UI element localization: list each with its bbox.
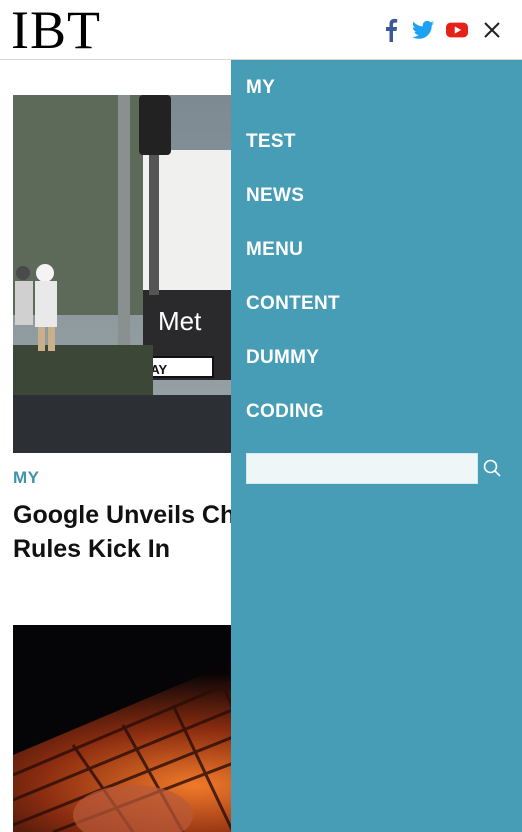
site-logo[interactable]: IBT — [11, 3, 101, 57]
search-icon[interactable] — [483, 459, 501, 477]
navigation-menu: MY TEST NEWS MENU CONTENT DUMMY CODING — [231, 60, 522, 832]
youtube-icon[interactable] — [446, 18, 468, 42]
signage-text: Met — [158, 306, 202, 336]
article-category[interactable]: MY — [13, 468, 40, 488]
close-icon[interactable] — [482, 20, 502, 40]
menu-item-dummy[interactable]: DUMMY — [246, 347, 319, 369]
twitter-icon[interactable] — [412, 18, 434, 42]
menu-item-news[interactable]: NEWS — [246, 185, 304, 207]
menu-item-test[interactable]: TEST — [246, 131, 296, 153]
menu-item-content[interactable]: CONTENT — [246, 293, 340, 315]
menu-item-my[interactable]: MY — [246, 77, 275, 99]
site-header: IBT — [0, 0, 522, 60]
facebook-icon[interactable] — [384, 18, 398, 42]
search-input[interactable] — [246, 453, 478, 484]
menu-item-menu[interactable]: MENU — [246, 239, 303, 261]
menu-item-coding[interactable]: CODING — [246, 401, 324, 423]
